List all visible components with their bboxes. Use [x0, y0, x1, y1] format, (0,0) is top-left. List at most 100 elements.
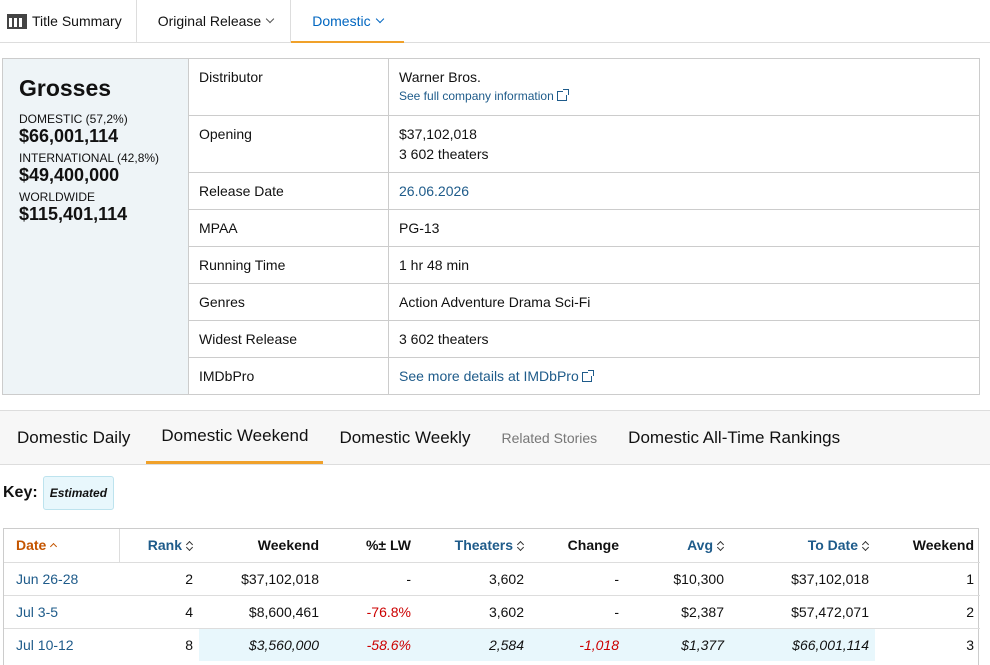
worldwide-value: $115,401,114 — [19, 204, 128, 224]
row-theaters: 3,602 — [417, 561, 530, 595]
row-theaters: 2,584 — [417, 627, 530, 661]
tab-all-time-rankings[interactable]: Domestic All-Time Rankings — [613, 411, 855, 464]
col-avg[interactable]: Avg — [625, 529, 730, 562]
row-avg: $1,377 — [625, 627, 730, 661]
international-value: $49,400,000 — [19, 165, 120, 185]
col-theaters[interactable]: Theaters — [417, 529, 530, 562]
row-change: -1,018 — [530, 627, 625, 661]
weekend-table: Date Rank Weekend %± LW Theaters Change … — [4, 529, 980, 661]
col-todate-label: To Date — [807, 537, 858, 554]
grosses-panel: Grosses DOMESTIC (57,2%) $66,001,114 INT… — [3, 59, 189, 394]
row-todate: $66,001,114 — [730, 627, 875, 661]
col-weekno: Weekend — [912, 537, 974, 554]
release-key: Release Date — [189, 173, 389, 209]
opening-key: Opening — [189, 116, 389, 172]
release-date-link[interactable]: 26.06.2026 — [399, 183, 469, 199]
opening-theaters: 3 602 theaters — [399, 146, 489, 162]
tab-title-summary[interactable]: Title Summary — [0, 0, 137, 42]
col-avg-label: Avg — [687, 537, 713, 554]
col-change: Change — [567, 537, 619, 554]
summary-panel: Grosses DOMESTIC (57,2%) $66,001,114 INT… — [2, 58, 980, 395]
grosses-heading: Grosses — [19, 75, 112, 101]
key-label: Key: — [3, 484, 38, 501]
detail-row-runtime: Running Time 1 hr 48 min — [189, 247, 979, 284]
genres-key: Genres — [189, 284, 389, 320]
detail-row-genres: Genres Action Adventure Drama Sci-Fi — [189, 284, 979, 321]
weekend-table-wrap: Date Rank Weekend %± LW Theaters Change … — [3, 528, 980, 665]
imdbpro-link[interactable]: See more details at IMDbPro — [399, 368, 594, 384]
tab-domestic[interactable]: Domestic — [291, 0, 404, 43]
tab-domestic-weekly[interactable]: Domestic Weekly — [324, 411, 485, 464]
row-rank: 8 — [119, 627, 199, 661]
row-avg: $10,300 — [625, 561, 730, 595]
chevron-down-icon — [375, 14, 384, 23]
external-link-icon — [581, 370, 594, 382]
row-theaters: 3,602 — [417, 594, 530, 628]
company-info-link[interactable]: See full company information — [399, 89, 979, 103]
col-todate[interactable]: To Date — [730, 529, 875, 562]
tab-related-stories[interactable]: Related Stories — [486, 411, 612, 464]
row-weekno: 1 — [875, 561, 980, 595]
imdbpro-link-label: See more details at IMDbPro — [399, 368, 579, 384]
company-info-link-label: See full company information — [399, 89, 554, 103]
tab-domestic-weekend[interactable]: Domestic Weekend — [146, 411, 324, 464]
row-weekend: $8,600,461 — [199, 594, 325, 628]
row-lw: -58.6% — [325, 627, 417, 661]
col-date[interactable]: Date — [4, 529, 120, 562]
domestic-label: DOMESTIC (57,2%) — [19, 112, 128, 126]
sort-icon — [517, 541, 524, 551]
col-rank-label: Rank — [147, 537, 182, 554]
tab-title-summary-label: Title Summary — [32, 13, 122, 29]
external-link-icon — [556, 89, 569, 101]
row-weekend: $37,102,018 — [199, 561, 325, 595]
widest-key: Widest Release — [189, 321, 389, 357]
row-date-link[interactable]: Jul 3-5 — [16, 604, 58, 620]
row-rank: 2 — [119, 561, 199, 595]
sort-asc-icon — [50, 543, 58, 551]
opening-value: $37,102,018 — [399, 126, 477, 142]
col-weekend: Weekend — [257, 537, 319, 554]
col-rank[interactable]: Rank — [119, 529, 199, 562]
top-nav: Title Summary Original Release Domestic — [0, 0, 990, 43]
row-avg: $2,387 — [625, 594, 730, 628]
chevron-down-icon — [265, 14, 275, 24]
details-table: Distributor Warner Bros. See full compan… — [189, 59, 979, 395]
tab-domestic-daily[interactable]: Domestic Daily — [0, 411, 145, 464]
estimated-badge: Estimated — [42, 476, 115, 510]
mpaa-key: MPAA — [189, 210, 389, 246]
detail-row-mpaa: MPAA PG-13 — [189, 210, 979, 247]
widest-value: 3 602 theaters — [399, 331, 489, 347]
bar-chart-icon — [7, 13, 27, 29]
col-date-label: Date — [16, 537, 47, 554]
table-row: Jul 10-12 8 $3,560,000 -58.6% 2,584 -1,0… — [4, 627, 980, 661]
imdbpro-key: IMDbPro — [189, 358, 389, 395]
sort-icon — [862, 541, 869, 551]
distributor-value: Warner Bros. — [399, 69, 481, 85]
col-lw: %± LW — [365, 537, 411, 554]
row-date-link[interactable]: Jun 26-28 — [16, 571, 78, 587]
row-date-link[interactable]: Jul 10-12 — [16, 637, 74, 653]
tab-original-release-label: Original Release — [157, 13, 262, 29]
detail-row-distributor: Distributor Warner Bros. See full compan… — [189, 59, 979, 116]
domestic-value: $66,001,114 — [19, 126, 119, 146]
row-weekno: 2 — [875, 594, 980, 628]
row-weekend: $3,560,000 — [199, 627, 325, 661]
detail-row-widest: Widest Release 3 602 theaters — [189, 321, 979, 358]
tab-original-release[interactable]: Original Release — [137, 0, 292, 42]
distributor-key: Distributor — [189, 59, 389, 115]
runtime-value: 1 hr 48 min — [399, 257, 470, 273]
key-legend: Key: Estimated — [3, 476, 115, 510]
row-change: - — [530, 594, 625, 628]
detail-row-release: Release Date 26.06.2026 — [189, 173, 979, 210]
detail-row-opening: Opening $37,102,018 3 602 theaters — [189, 116, 979, 173]
row-rank: 4 — [119, 594, 199, 628]
row-todate: $57,472,071 — [730, 594, 875, 628]
international-label: INTERNATIONAL (42,8%) — [19, 151, 160, 165]
tab-domestic-label: Domestic — [312, 12, 371, 29]
domestic-subnav: Domestic Daily Domestic Weekend Domestic… — [0, 410, 990, 465]
row-change: - — [530, 561, 625, 595]
row-todate: $37,102,018 — [730, 561, 875, 595]
table-row: Jul 3-5 4 $8,600,461 -76.8% 3,602 - $2,3… — [4, 594, 980, 628]
mpaa-value: PG-13 — [399, 220, 440, 236]
table-header-row: Date Rank Weekend %± LW Theaters Change … — [4, 529, 980, 562]
